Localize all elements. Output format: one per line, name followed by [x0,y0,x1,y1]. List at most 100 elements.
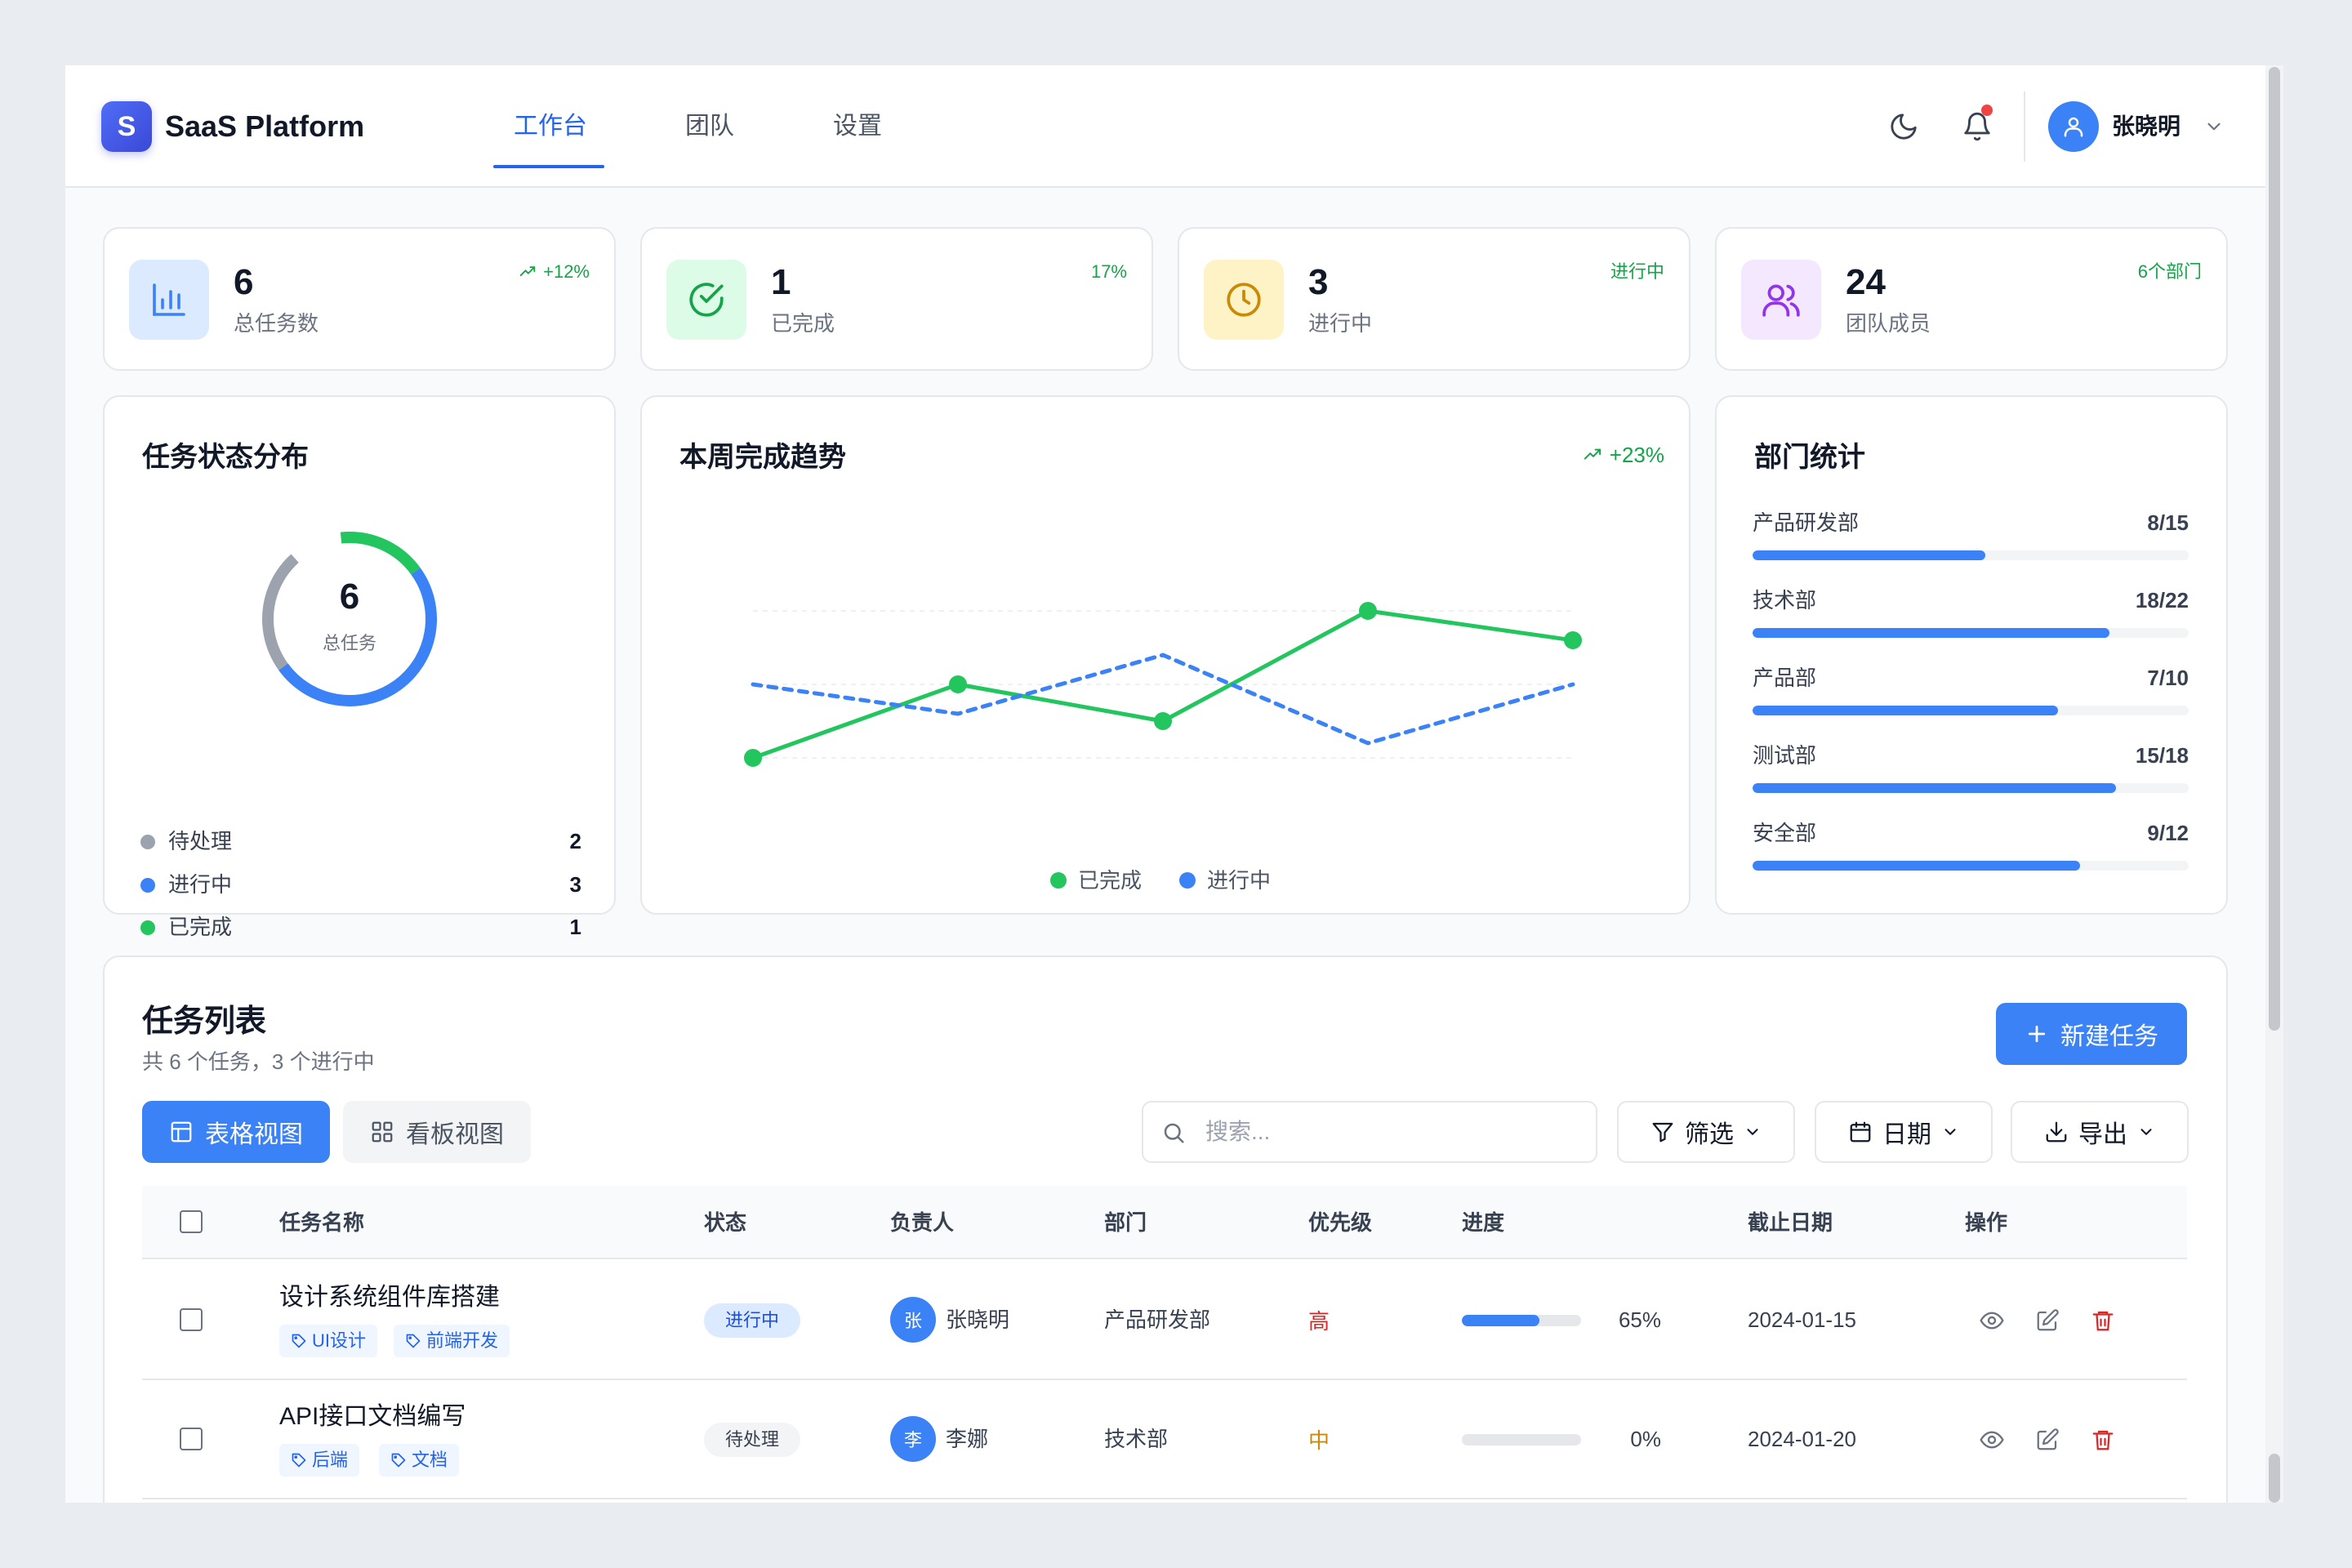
table-row[interactable]: API接口文档编写 后端 文档 待处理 李 李娜 技术部 中 0% 2024-0… [142,1380,2187,1499]
stat-value: 6 [234,262,254,302]
export-label: 导出 [2078,1121,2127,1148]
check-circle-icon [666,260,746,340]
column-header[interactable]: 优先级 [1308,1186,1372,1259]
column-header: 操作 [1965,1210,2008,1235]
stat-card-total: 6 总任务数 +12% [103,227,616,371]
scrollbar-thumb[interactable] [2269,67,2280,1031]
chevron-down-icon [1944,1129,1956,1135]
header-divider [2024,91,2025,162]
dept-value: 9/12 [2147,821,2189,845]
task-tag: UI设计 [279,1325,378,1357]
edit-icon[interactable] [2034,1426,2061,1454]
vertical-scrollbar[interactable] [2265,65,2283,1503]
progress-label: 0% [1630,1427,1661,1451]
chart-legend-item: 进行中 [1179,864,1271,897]
legend-label: 已完成 [168,915,233,939]
users-icon [1741,260,1821,340]
table-row[interactable]: 设计系统组件库搭建 UI设计 前端开发 进行中 张 张晓明 产品研发部 高 65… [142,1261,2187,1380]
dept-progress-bar [1753,628,2189,638]
column-header[interactable]: 任务名称 [279,1186,364,1259]
legend-dot [140,835,155,849]
dept-progress-bar [1753,706,2189,715]
department: 产品研发部 [1104,1307,1211,1332]
department-stats-card: 部门统计 产品研发部 8/15 技术部 18/22 产品部 7/10 测试部 15/18 安全部… [1715,395,2228,915]
stat-label: 已完成 [771,311,835,336]
dept-value: 15/18 [2135,743,2189,768]
active-tab-indicator [493,165,604,168]
filter-button[interactable]: 筛选 [1617,1101,1795,1163]
tag-label: 前端开发 [426,1330,499,1351]
dept-progress-bar [1753,550,2189,560]
task-tag: 后端 [279,1444,360,1477]
eye-icon[interactable] [1978,1307,2006,1334]
moon-icon[interactable] [1885,108,1922,145]
row-checkbox[interactable] [180,1428,203,1450]
dept-progress-fill [1753,628,2109,638]
column-header[interactable]: 截止日期 [1748,1186,1833,1259]
legend-value: 3 [569,872,581,897]
tag-icon [292,1453,306,1468]
select-all-checkbox[interactable] [180,1210,203,1233]
department: 技术部 [1104,1427,1169,1451]
assignee-name: 李娜 [946,1427,989,1451]
tab-settings[interactable]: 设置 [833,106,882,147]
dept-name: 安全部 [1753,821,1817,845]
app-name: SaaS Platform [165,109,365,143]
stat-label: 团队成员 [1846,311,1931,336]
stat-badge: +12% [517,260,590,284]
stat-badge: 6个部门 [2137,261,2202,282]
trash-icon[interactable] [2089,1426,2117,1454]
dept-progress-fill [1753,861,2080,871]
column-header[interactable]: 进度 [1462,1186,1504,1259]
progress-bar [1462,1434,1581,1446]
trash-icon[interactable] [2089,1307,2117,1334]
column-header[interactable]: 状态 [704,1186,746,1259]
scrollbar-thumb-lower[interactable] [2269,1454,2280,1503]
stat-card-members: 24 团队成员 6个部门 [1715,227,2228,371]
filter-icon [1652,1122,1673,1143]
user-name[interactable]: 张晓明 [2112,106,2180,147]
status-badge: 进行中 [704,1303,801,1338]
user-avatar[interactable] [2048,101,2099,152]
donut-chart: 6 总任务 [258,528,441,710]
status-badge: 待处理 [704,1423,801,1457]
dept-name: 技术部 [1753,588,1817,612]
logo[interactable]: S [101,101,152,152]
date-label: 日期 [1882,1121,1931,1148]
stat-badge: 进行中 [1610,261,1664,282]
data-point [1564,631,1582,649]
weekly-trend-card: 本周完成趋势 +23% 已完成 进行中 [640,395,1690,915]
donut-segment-in-progress [262,532,437,706]
row-checkbox[interactable] [180,1308,203,1331]
tab-workbench[interactable]: 工作台 [514,106,587,147]
dept-value: 18/22 [2135,588,2189,612]
plus-icon [2028,1025,2046,1043]
dept-name: 测试部 [1753,743,1817,768]
search-icon [1164,1123,1184,1143]
chevron-down-icon[interactable] [2203,116,2225,141]
export-button[interactable]: 导出 [2011,1101,2189,1163]
dept-name: 产品部 [1753,666,1817,690]
eye-icon[interactable] [1978,1426,2006,1454]
legend-label: 待处理 [168,829,233,853]
task-list-title: 任务列表 [142,1004,267,1039]
table-view-button[interactable]: 表格视图 [142,1101,330,1163]
stat-value: 1 [771,262,791,302]
stat-card-completed: 1 已完成 17% [640,227,1153,371]
column-header[interactable]: 部门 [1104,1186,1147,1259]
date-button[interactable]: 日期 [1815,1101,1993,1163]
legend-dot [140,920,155,935]
dept-name: 产品研发部 [1753,510,1860,535]
edit-icon[interactable] [2034,1307,2061,1334]
task-name[interactable]: 设计系统组件库搭建 [279,1281,500,1315]
board-view-button[interactable]: 看板视图 [343,1101,531,1163]
new-task-button[interactable]: 新建任务 [1996,1003,2187,1065]
search-input[interactable]: 搜索... [1142,1101,1597,1163]
task-name[interactable]: API接口文档编写 [279,1400,466,1434]
tag-label: 文档 [412,1450,448,1470]
task-list-subtitle: 共 6 个任务，3 个进行中 [142,1049,375,1074]
legend-label: 已完成 [1078,868,1143,893]
data-point [744,749,762,767]
tab-team[interactable]: 团队 [685,106,734,147]
column-header[interactable]: 负责人 [890,1186,954,1259]
